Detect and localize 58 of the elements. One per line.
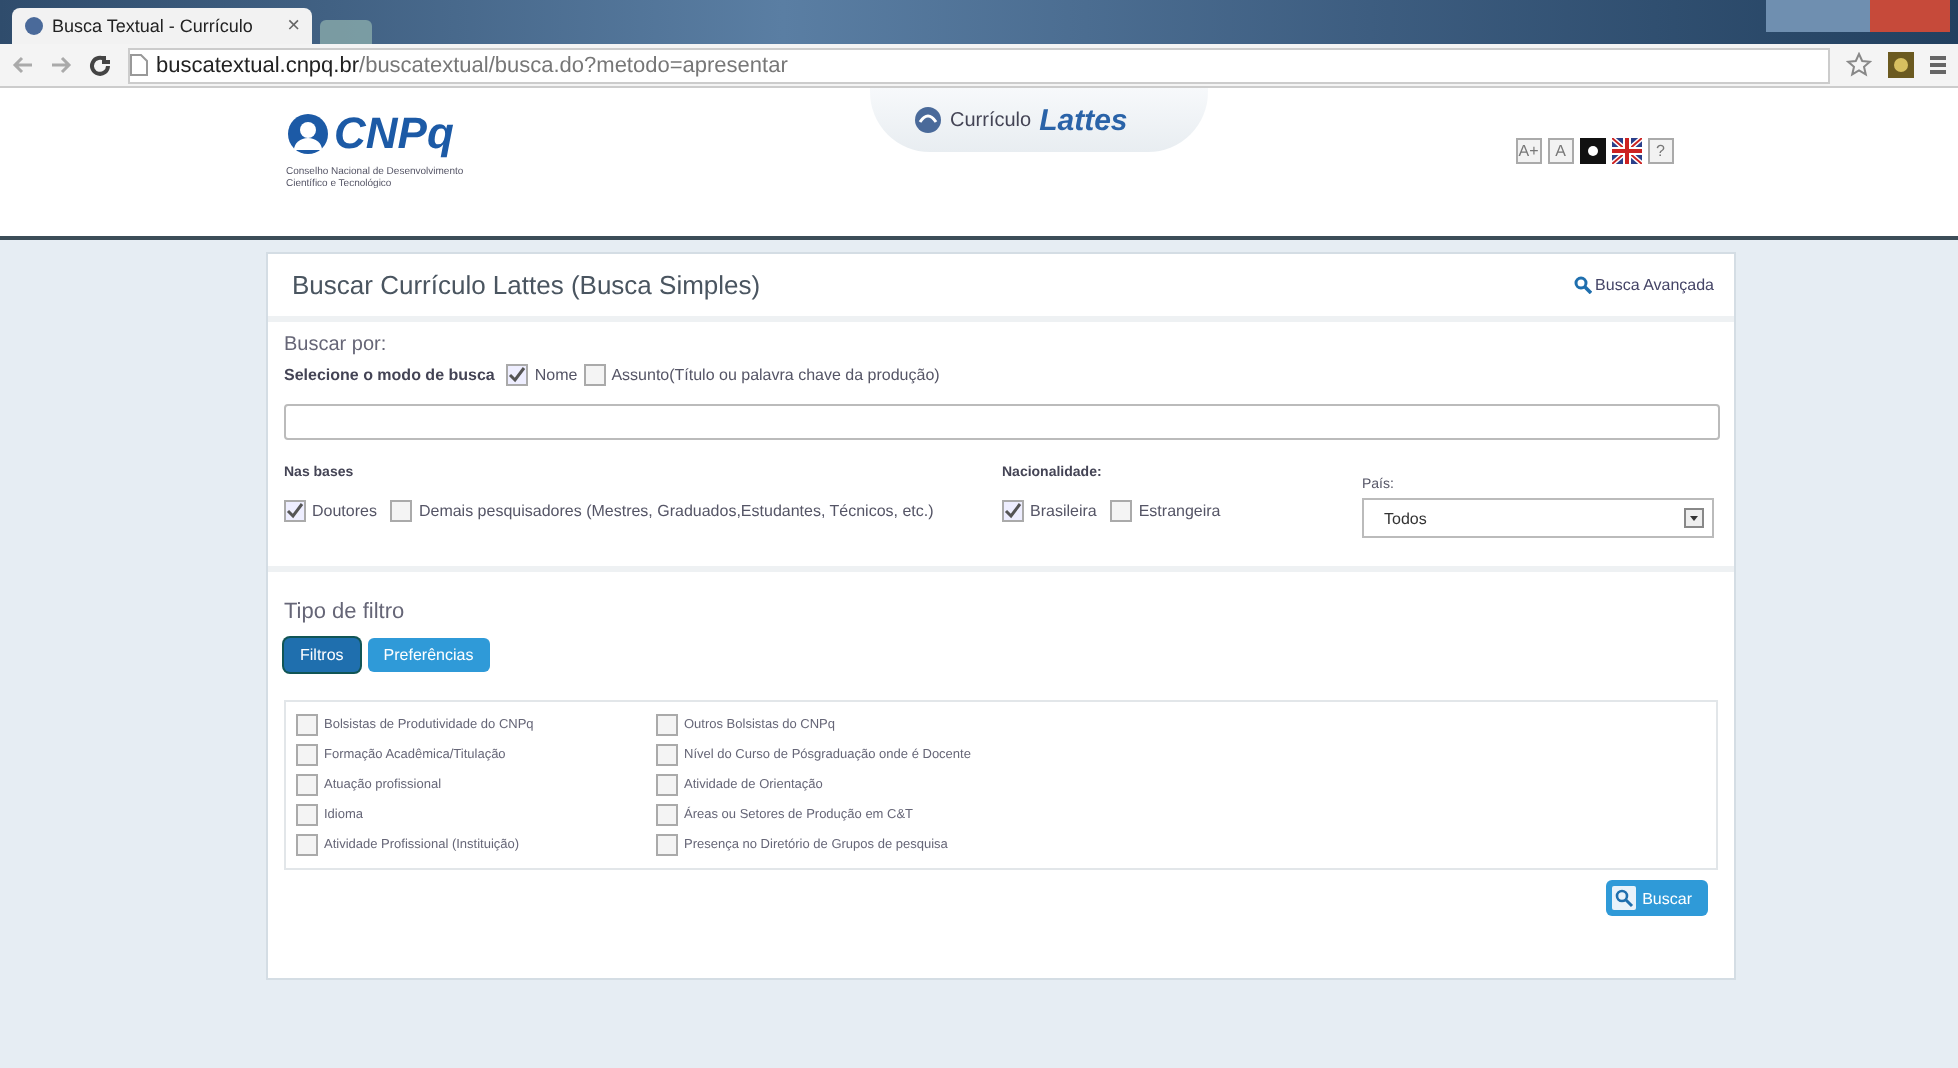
- checkbox[interactable]: [296, 714, 318, 736]
- option-label: Estrangeira: [1138, 502, 1221, 520]
- search-icon: [1612, 886, 1637, 910]
- advanced-search-link[interactable]: Busca Avançada: [1573, 276, 1714, 294]
- reload-icon[interactable]: [88, 53, 112, 77]
- search-icon: [1573, 276, 1592, 294]
- checkbox[interactable]: [656, 714, 678, 736]
- extension-icon[interactable]: [1888, 52, 1914, 78]
- filter-tab[interactable]: Filtros: [284, 638, 360, 672]
- checkbox[interactable]: [506, 364, 529, 386]
- checkbox[interactable]: [656, 834, 678, 856]
- country-select[interactable]: Todos: [1362, 498, 1714, 538]
- card-title: Buscar Currículo Lattes (Busca Simples): [292, 270, 761, 300]
- tab-title: Busca Textual - Currículo: [52, 16, 253, 36]
- option-label: Doutores: [312, 502, 377, 520]
- option-label: Brasileira: [1030, 502, 1097, 520]
- checkbox[interactable]: [656, 744, 678, 766]
- checkbox[interactable]: [296, 774, 318, 796]
- toolbar-button[interactable]: ?: [1647, 138, 1674, 164]
- back-icon[interactable]: [12, 56, 34, 74]
- tab-logo-icon: [24, 16, 44, 36]
- star-icon[interactable]: [1846, 52, 1872, 78]
- url-path[interactable]: /buscatextual/busca.do?metodo=apresentar: [359, 53, 788, 77]
- checkbox[interactable]: [583, 364, 606, 386]
- toolbar-button[interactable]: A+: [1515, 138, 1542, 164]
- filter-tab[interactable]: Preferências: [367, 638, 490, 672]
- filter-type-label: Tipo de filtro: [282, 598, 407, 624]
- flag-icon[interactable]: [1611, 138, 1642, 164]
- toolbar-button[interactable]: A: [1547, 138, 1574, 164]
- checkbox[interactable]: [390, 500, 413, 522]
- logo-text: CNPq: [334, 108, 454, 160]
- new-tab-button[interactable]: [320, 20, 372, 44]
- checkbox[interactable]: [284, 500, 306, 522]
- browser-tab[interactable]: Busca Textual - Currículo ×: [12, 8, 312, 44]
- logo-icon: [286, 112, 330, 156]
- checkbox[interactable]: [1002, 500, 1024, 522]
- dropdown-icon: [1684, 508, 1704, 528]
- site-name-prefix: Currículo: [950, 109, 1032, 131]
- menu-icon[interactable]: [1930, 54, 1946, 76]
- url-host[interactable]: buscatextual.cnpq.br: [156, 53, 360, 77]
- checkbox[interactable]: [1110, 500, 1133, 522]
- search-field[interactable]: [284, 404, 1720, 440]
- checkbox[interactable]: [296, 744, 318, 766]
- forward-icon[interactable]: [50, 56, 72, 74]
- mode-label: Selecione o modo de busca: [284, 366, 495, 384]
- option-label: Demais pesquisadores (Mestres, Graduados,Estudantes, Técnicos, etc.): [418, 502, 934, 520]
- lattes-logo-icon: [914, 106, 942, 134]
- search-by-label: Buscar por:: [284, 334, 389, 356]
- checkbox[interactable]: [656, 804, 678, 826]
- contrast-icon[interactable]: [1579, 138, 1606, 164]
- checkbox[interactable]: [656, 774, 678, 796]
- search-button[interactable]: Buscar: [1606, 880, 1708, 916]
- checkbox[interactable]: [296, 804, 318, 826]
- site-name: Lattes: [1039, 103, 1128, 137]
- option-label: Assunto(Título ou palavra chave da produção): [611, 366, 940, 384]
- option-label: Nome: [534, 366, 578, 384]
- checkbox[interactable]: [296, 834, 318, 856]
- tab-close-button[interactable]: ×: [287, 14, 300, 38]
